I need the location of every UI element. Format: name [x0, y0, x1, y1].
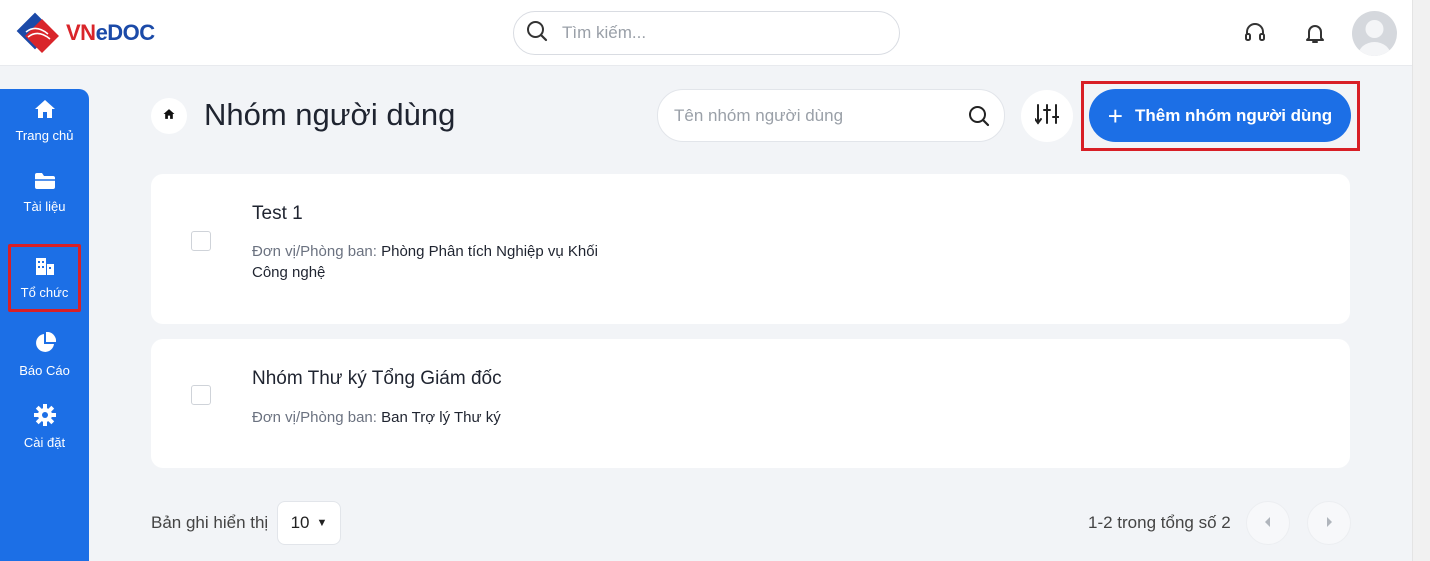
sort-filter-button[interactable]: [1021, 90, 1073, 142]
group-department: Đơn vị/Phòng ban: Ban Trợ lý Thư ký: [252, 407, 612, 428]
window-scrollbar[interactable]: [1412, 0, 1430, 561]
pie-chart-icon: [34, 331, 56, 357]
sidebar-item-settings[interactable]: Cài đặt: [0, 395, 89, 459]
row-checkbox[interactable]: [191, 231, 211, 251]
chevron-left-icon: [1264, 514, 1272, 532]
department-label: Đơn vị/Phòng ban:: [252, 243, 377, 260]
vnedoc-logo[interactable]: VNeDOC: [16, 12, 155, 54]
top-header: VNeDOC: [0, 0, 1412, 66]
logo-text-doc: eDOC: [95, 20, 156, 45]
list-item[interactable]: Nhóm Thư ký Tổng Giám đốc Đơn vị/Phòng b…: [151, 339, 1350, 468]
home-icon: [34, 99, 56, 122]
search-icon: [526, 20, 548, 47]
sidebar-item-label: Trang chủ: [15, 128, 74, 143]
folder-icon: [34, 172, 56, 193]
sort-sliders-icon: [1034, 103, 1060, 130]
sidebar-item-label: Báo Cáo: [19, 363, 70, 378]
group-name-filter[interactable]: [657, 89, 1005, 142]
logo-mark-icon: [16, 12, 60, 54]
sidebar-item-label: Cài đặt: [23, 435, 66, 450]
gear-icon: [33, 404, 56, 429]
page-size-value: 10: [290, 513, 310, 532]
sidebar-item-organization[interactable]: Tổ chức: [8, 244, 81, 312]
group-name: Nhóm Thư ký Tổng Giám đốc: [252, 368, 502, 389]
department-value: Ban Trợ lý Thư ký: [381, 409, 501, 426]
sidebar-item-label: Tổ chức: [20, 285, 69, 300]
group-name-filter-input[interactable]: [674, 105, 954, 126]
pagination-info: 1-2 trong tổng số 2: [1088, 513, 1231, 532]
sidebar-item-label: Tài liệu: [23, 199, 66, 214]
page-size-label: Bản ghi hiển thị: [151, 513, 269, 532]
department-label: Đơn vị/Phòng ban:: [252, 409, 377, 426]
search-icon[interactable]: [968, 105, 990, 132]
plus-icon: +: [1107, 100, 1123, 131]
chevron-right-icon: [1325, 514, 1333, 532]
global-search-input[interactable]: [562, 23, 862, 43]
bell-icon[interactable]: [1302, 20, 1328, 46]
logo-text-vn: VN: [66, 20, 96, 45]
page-title: Nhóm người dùng: [204, 97, 456, 132]
row-checkbox[interactable]: [191, 385, 211, 405]
caret-down-icon: ▼: [316, 517, 328, 529]
add-user-group-button[interactable]: + Thêm nhóm người dùng: [1089, 89, 1351, 142]
logo-text: VNeDOC: [66, 20, 155, 46]
sidebar-item-reports[interactable]: Báo Cáo: [0, 323, 89, 387]
group-department: Đơn vị/Phòng ban: Phòng Phân tích Nghiệp…: [252, 241, 612, 283]
sidebar: Trang chủ Tài liệu Tổ chức Báo Cáo Cài đ…: [0, 89, 89, 561]
home-icon: [163, 107, 175, 125]
next-page-button[interactable]: [1307, 501, 1351, 545]
sidebar-item-documents[interactable]: Tài liệu: [0, 161, 89, 225]
breadcrumb-home-button[interactable]: [151, 98, 187, 134]
list-item[interactable]: Test 1 Đơn vị/Phòng ban: Phòng Phân tích…: [151, 174, 1350, 324]
avatar[interactable]: [1352, 11, 1397, 56]
sidebar-item-home[interactable]: Trang chủ: [0, 89, 89, 153]
department-value: Phòng Phân tích Nghiệp vụ Khối: [381, 243, 598, 260]
global-search[interactable]: [513, 11, 900, 55]
add-user-group-label: Thêm nhóm người dùng: [1134, 105, 1333, 125]
building-icon: [34, 256, 56, 279]
department-value-continued: Công nghệ: [252, 264, 326, 281]
prev-page-button[interactable]: [1246, 501, 1290, 545]
page-size-select[interactable]: 10 ▼: [277, 501, 341, 545]
headset-icon[interactable]: [1242, 20, 1268, 46]
group-name: Test 1: [252, 203, 303, 224]
